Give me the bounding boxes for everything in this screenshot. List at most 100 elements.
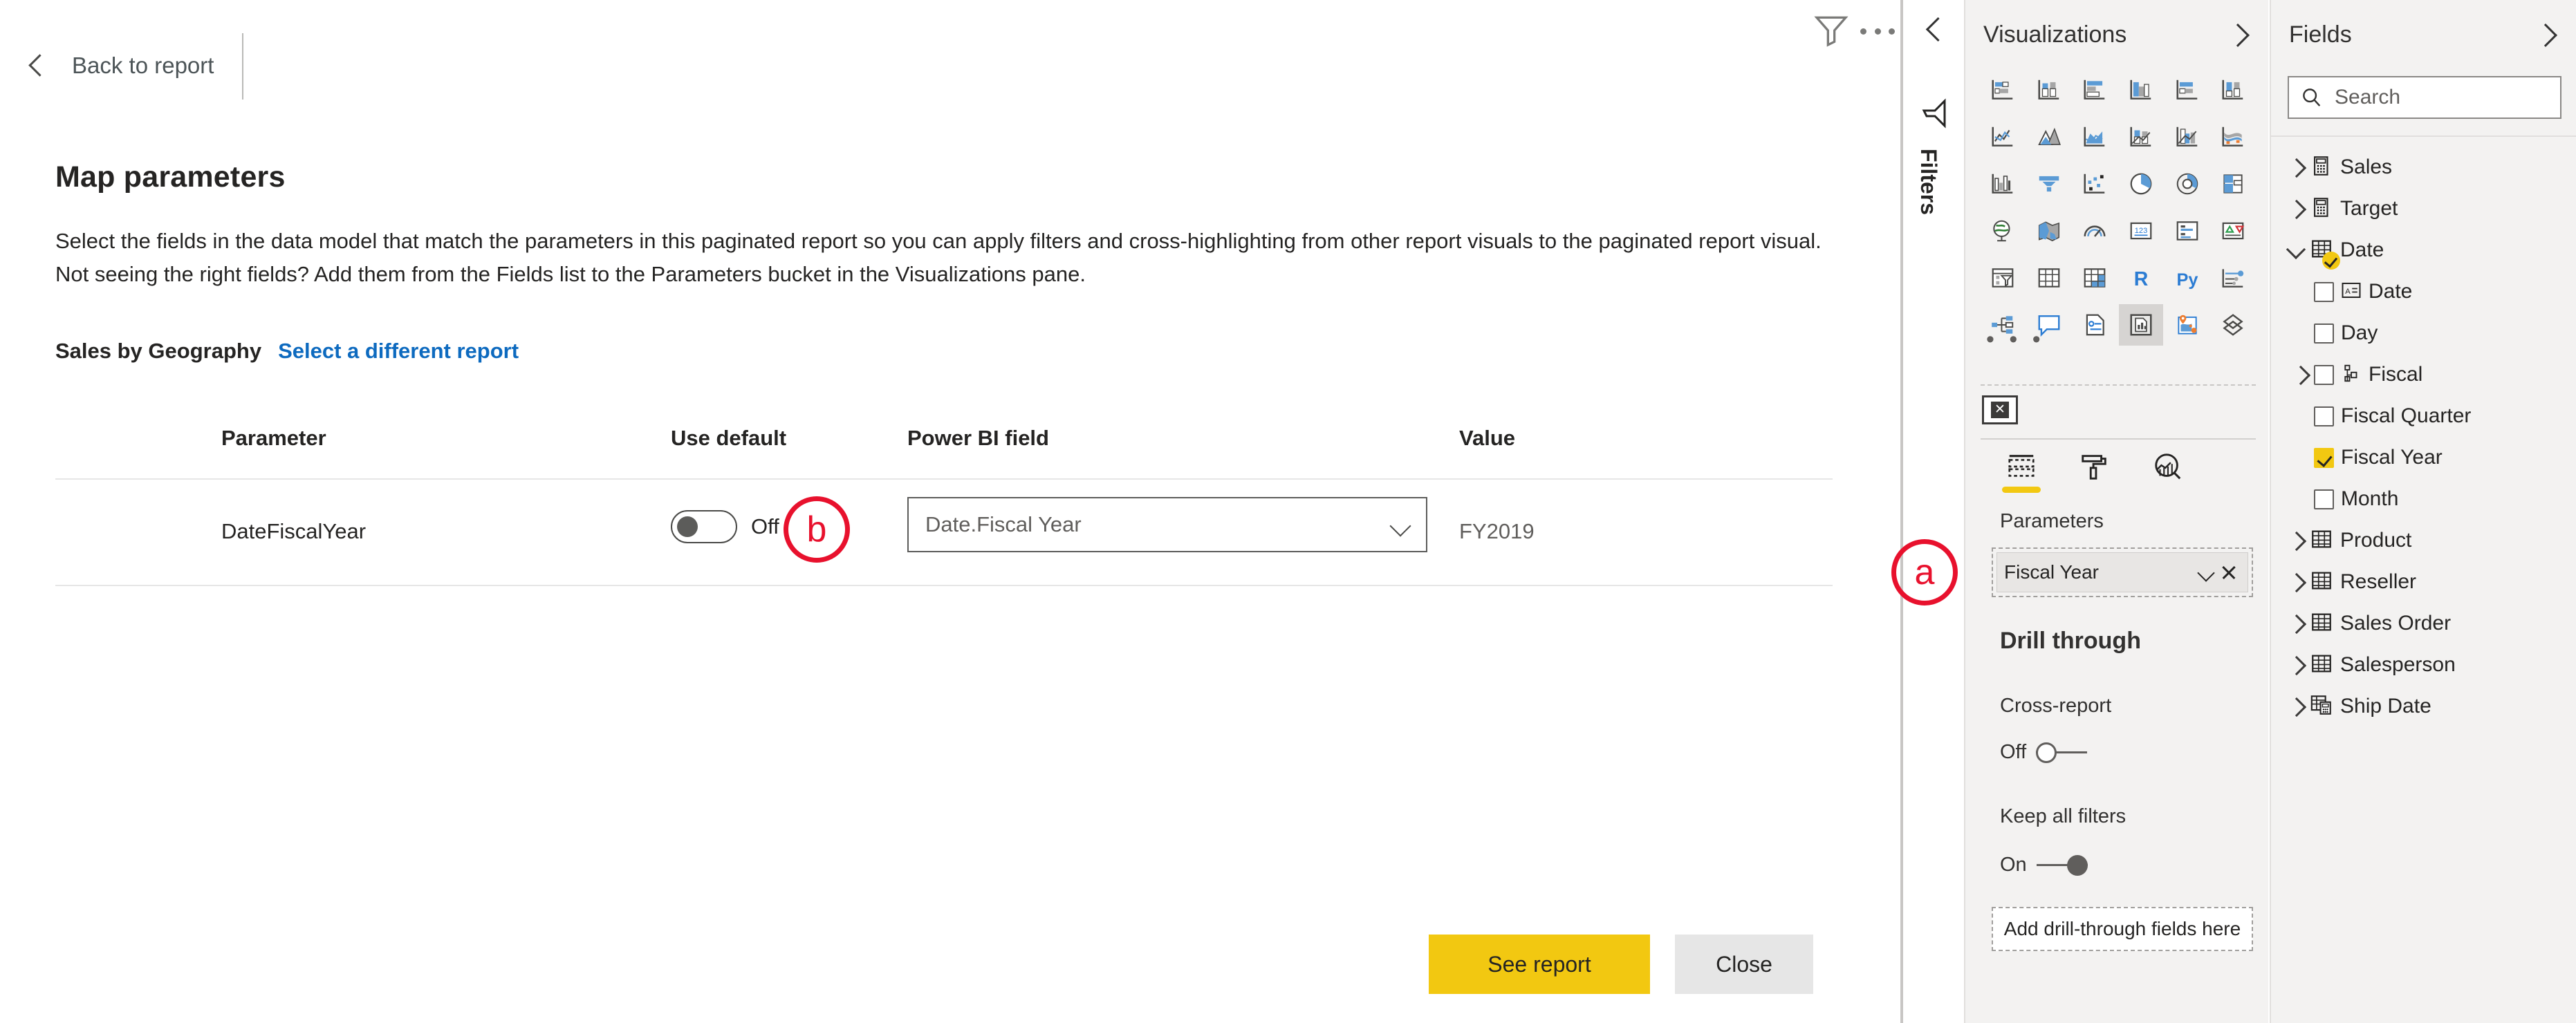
funnel-chart-icon[interactable]	[2027, 163, 2071, 205]
tree-item-label: Month	[2341, 487, 2399, 510]
line-stacked-column-chart-icon[interactable]	[2119, 116, 2163, 158]
scatter-chart-icon[interactable]	[2073, 163, 2117, 205]
gauge-icon[interactable]	[2073, 210, 2117, 252]
area-chart-icon[interactable]	[2027, 116, 2071, 158]
fields-search-box[interactable]	[2288, 76, 2561, 119]
chevron-right-icon[interactable]	[2532, 21, 2559, 48]
tree-item-sales-order[interactable]: Sales Order	[2271, 603, 2576, 644]
tree-item-reseller[interactable]: Reseller	[2271, 561, 2576, 603]
chevron-right-icon[interactable]	[2283, 695, 2307, 718]
chevron-right-icon[interactable]	[2283, 653, 2307, 677]
r-script-visual-icon[interactable]: R	[2119, 257, 2163, 299]
field-checkbox[interactable]	[2314, 364, 2334, 385]
donut-chart-icon[interactable]	[2165, 163, 2209, 205]
stacked-area-chart-icon[interactable]	[2073, 116, 2117, 158]
chevron-right-icon[interactable]	[2283, 197, 2307, 220]
keep-all-filters-toggle[interactable]	[2036, 854, 2088, 876]
parameter-name: DateFiscalYear	[221, 519, 367, 543]
table-icon[interactable]	[2027, 257, 2071, 299]
chevron-right-icon[interactable]	[2283, 612, 2307, 635]
hundred-percent-stacked-bar-chart-icon[interactable]	[2165, 69, 2209, 111]
field-checkbox[interactable]	[2314, 447, 2334, 468]
tree-item-day-field[interactable]: Day	[2271, 312, 2576, 354]
parameters-field-well[interactable]: Fiscal Year	[1992, 547, 2253, 597]
pie-chart-icon[interactable]	[2119, 163, 2163, 205]
chevron-right-icon[interactable]	[2283, 156, 2307, 179]
line-chart-icon[interactable]	[1981, 116, 2025, 158]
slicer-icon[interactable]	[1981, 257, 2025, 299]
parameters-chip[interactable]: Fiscal Year	[1996, 552, 2248, 592]
tree-item-product[interactable]: Product	[2271, 520, 2576, 561]
more-visualizations-button[interactable]: • • •	[1986, 328, 2045, 350]
tab-fields[interactable]	[2000, 451, 2043, 493]
tree-item-fiscal-hierarchy[interactable]: Fiscal	[2271, 354, 2576, 395]
tab-format[interactable]	[2073, 451, 2116, 493]
cross-report-toggle[interactable]	[2036, 742, 2088, 763]
table-icon	[2310, 610, 2333, 637]
chevron-down-icon[interactable]	[2194, 561, 2217, 584]
visualizations-pane-title: Visualizations	[1983, 21, 2127, 48]
field-checkbox[interactable]	[2314, 406, 2334, 426]
tree-item-fiscal-quarter-field[interactable]: Fiscal Quarter	[2271, 395, 2576, 437]
tab-analytics[interactable]	[2147, 451, 2189, 493]
see-report-button[interactable]: See report	[1429, 935, 1650, 994]
smart-narrative-icon[interactable]	[2073, 304, 2117, 346]
column-header-value: Value	[1459, 426, 1515, 450]
tree-item-date-field[interactable]: A Date	[2271, 271, 2576, 312]
card-icon[interactable]: 123	[2119, 210, 2163, 252]
power-bi-field-combobox[interactable]: Date.Fiscal Year	[907, 497, 1427, 552]
treemap-icon[interactable]	[2211, 163, 2255, 205]
tree-item-target[interactable]: Target	[2271, 188, 2576, 229]
back-to-report-button[interactable]: Back to report	[25, 53, 214, 79]
more-options-icon[interactable]	[1860, 21, 1895, 41]
ribbon-chart-icon[interactable]	[2211, 116, 2255, 158]
filters-rail-label[interactable]: Filters	[1916, 149, 1941, 215]
filter-funnel-icon[interactable]	[1812, 11, 1851, 50]
hundred-percent-stacked-column-chart-icon[interactable]	[2211, 69, 2255, 111]
tree-item-sales[interactable]: Sales	[2271, 147, 2576, 188]
tree-item-salesperson[interactable]: Salesperson	[2271, 644, 2576, 686]
search-input[interactable]	[2333, 85, 2541, 110]
stacked-bar-chart-icon[interactable]	[1981, 69, 2025, 111]
field-checkbox[interactable]	[2314, 489, 2334, 509]
tree-item-fiscal-year-field[interactable]: Fiscal Year	[2271, 437, 2576, 478]
power-apps-icon[interactable]	[2211, 304, 2255, 346]
column-header-parameter: Parameter	[221, 426, 326, 450]
kpi-icon[interactable]	[2211, 210, 2255, 252]
tree-item-date-table[interactable]: Date	[2271, 229, 2576, 271]
multi-row-card-icon[interactable]	[2165, 210, 2209, 252]
tree-item-ship-date[interactable]: Ship Date	[2271, 686, 2576, 727]
table-icon	[2310, 527, 2333, 554]
chevron-right-icon[interactable]	[2283, 529, 2307, 552]
chevron-down-icon[interactable]	[2283, 238, 2307, 262]
filled-map-icon[interactable]	[2027, 210, 2071, 252]
drill-through-drop-zone[interactable]: Add drill-through fields here	[1992, 907, 2253, 951]
stacked-column-chart-icon[interactable]	[2027, 69, 2071, 111]
close-icon[interactable]	[2217, 561, 2241, 584]
waterfall-chart-icon[interactable]	[1981, 163, 2025, 205]
chevron-right-icon[interactable]	[2224, 21, 2252, 48]
paginated-report-icon[interactable]	[2118, 304, 2163, 346]
format-visual-icon[interactable]: ✕	[1982, 395, 2018, 424]
tree-item-month-field[interactable]: Month	[2271, 478, 2576, 520]
python-visual-icon[interactable]: Py	[2165, 257, 2209, 299]
chevron-right-icon[interactable]	[2288, 363, 2311, 386]
azure-map-icon[interactable]	[2165, 304, 2209, 346]
key-influencers-icon[interactable]	[2211, 257, 2255, 299]
select-different-report-link[interactable]: Select a different report	[278, 339, 519, 364]
chevron-right-icon[interactable]	[2283, 570, 2307, 594]
field-checkbox[interactable]	[2314, 281, 2334, 302]
tree-item-label: Ship Date	[2340, 695, 2431, 717]
close-button[interactable]: Close	[1675, 935, 1813, 994]
toggle-knob	[677, 516, 698, 537]
filter-funnel-icon[interactable]	[1918, 97, 1952, 130]
matrix-icon[interactable]	[2073, 257, 2117, 299]
clustered-bar-chart-icon[interactable]	[2073, 69, 2117, 111]
use-default-toggle[interactable]	[671, 510, 737, 543]
chevron-left-icon[interactable]	[1920, 15, 1949, 44]
line-clustered-column-chart-icon[interactable]	[2165, 116, 2209, 158]
field-checkbox[interactable]	[2314, 323, 2334, 344]
map-icon[interactable]	[1981, 210, 2025, 252]
chevron-down-icon	[1379, 498, 1426, 551]
clustered-column-chart-icon[interactable]	[2119, 69, 2163, 111]
